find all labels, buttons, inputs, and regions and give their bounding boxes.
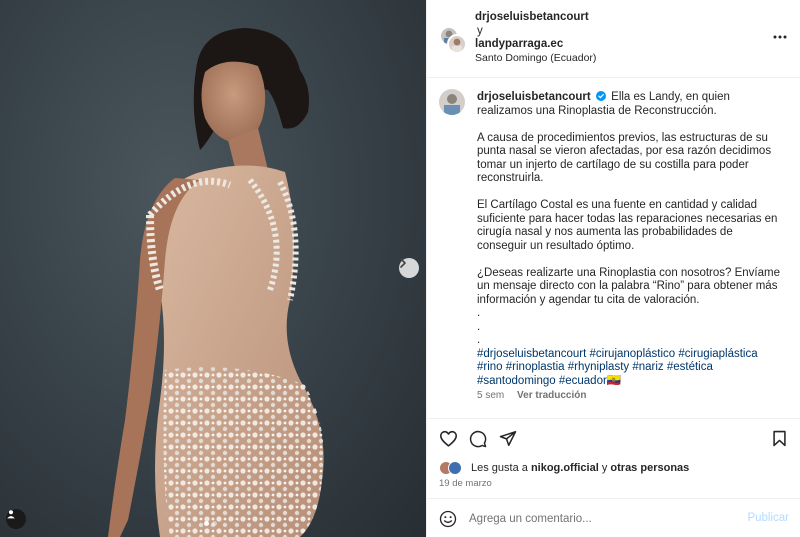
post-actions: Les gusta a nikog.official y otras perso… bbox=[427, 418, 800, 498]
conjunction: y bbox=[477, 24, 483, 37]
caption-dot: . bbox=[477, 307, 481, 319]
heart-icon bbox=[440, 430, 457, 447]
carousel-dot bbox=[212, 521, 217, 526]
caption-meta: 5 sem Ver traducción bbox=[477, 390, 596, 401]
more-options-button[interactable] bbox=[773, 30, 787, 42]
location-link[interactable]: Santo Domingo (Ecuador) bbox=[475, 52, 596, 66]
post-media[interactable] bbox=[0, 0, 426, 537]
username-link[interactable]: drjoseluisbetancourt bbox=[475, 11, 596, 25]
post-header: drjoseluisbetancourt y landyparraga.ec S… bbox=[427, 0, 800, 78]
emoji-button[interactable] bbox=[439, 510, 457, 531]
avatar bbox=[448, 461, 462, 475]
likes-summary: Les gusta a nikog.official y otras perso… bbox=[439, 461, 689, 475]
post-date[interactable]: 19 de marzo bbox=[439, 478, 492, 489]
comment-input[interactable] bbox=[469, 508, 739, 530]
instagram-post: drjoseluisbetancourt y landyparraga.ec S… bbox=[0, 0, 800, 537]
liker-username[interactable]: nikog.official bbox=[531, 462, 599, 474]
username-link[interactable]: landyparraga.ec bbox=[475, 38, 596, 52]
post-photo bbox=[108, 28, 324, 537]
comment-button[interactable] bbox=[469, 430, 487, 451]
caption-hashtags[interactable]: #drjoseluisbetancourt #cirujanoplástico … bbox=[477, 348, 782, 389]
post-caption: drjoseluisbetancourt Ella es Landy, en q… bbox=[427, 78, 800, 418]
comment-bar: Publicar bbox=[427, 498, 800, 537]
next-photo-button[interactable] bbox=[399, 258, 419, 278]
user-icon bbox=[7, 510, 15, 519]
comment-icon bbox=[469, 430, 487, 448]
liker-avatars[interactable] bbox=[439, 461, 467, 475]
avatar[interactable] bbox=[439, 89, 465, 115]
post-time: 5 sem bbox=[477, 390, 505, 401]
share-button[interactable] bbox=[499, 430, 517, 450]
carousel-dot-active bbox=[204, 521, 209, 526]
bookmark-icon bbox=[773, 430, 786, 447]
publish-button[interactable]: Publicar bbox=[747, 512, 789, 524]
more-horizontal-icon bbox=[773, 35, 787, 39]
caption-dot: . bbox=[477, 320, 481, 333]
caption-username[interactable]: drjoseluisbetancourt bbox=[477, 91, 591, 103]
caption-text: drjoseluisbetancourt Ella es Landy, en q… bbox=[477, 91, 782, 388]
caption-paragraph: ¿Deseas realizarte una Rinoplastia con n… bbox=[477, 266, 780, 306]
tagged-users-button[interactable] bbox=[6, 509, 26, 529]
others-link[interactable]: otras personas bbox=[610, 462, 689, 474]
paper-plane-icon bbox=[499, 431, 517, 446]
carousel-indicator bbox=[204, 521, 217, 526]
save-button[interactable] bbox=[772, 430, 787, 450]
header-users: drjoseluisbetancourt y landyparraga.ec S… bbox=[475, 11, 596, 65]
caption-dot: . bbox=[477, 334, 481, 346]
post-details-panel: drjoseluisbetancourt y landyparraga.ec S… bbox=[426, 0, 800, 537]
translate-button[interactable]: Ver traducción bbox=[517, 390, 586, 401]
likes-prefix: Les gusta a bbox=[471, 462, 528, 474]
chevron-right-icon bbox=[400, 258, 406, 268]
like-button[interactable] bbox=[439, 430, 458, 450]
caption-paragraph: El Cartílago Costal es una fuente en can… bbox=[477, 199, 778, 252]
avatar bbox=[447, 34, 467, 54]
likes-conj: y bbox=[601, 462, 608, 474]
verified-badge-icon bbox=[595, 91, 606, 101]
collab-avatars[interactable] bbox=[439, 26, 467, 54]
caption-paragraph: A causa de procedimientos previos, las e… bbox=[477, 131, 772, 185]
smiley-icon bbox=[439, 510, 457, 528]
